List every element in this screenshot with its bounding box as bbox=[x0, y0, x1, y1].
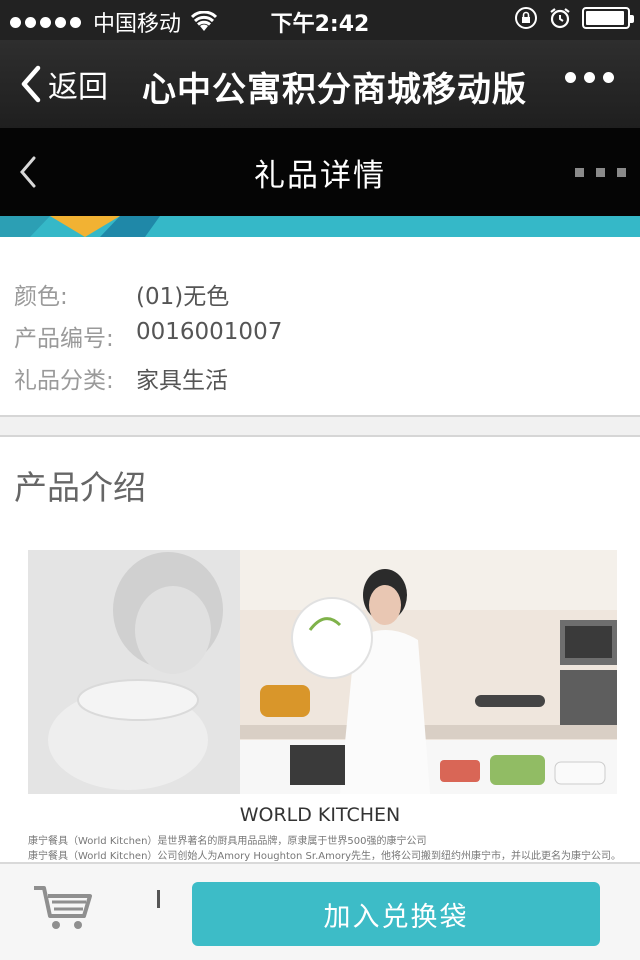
back-chevron-icon bbox=[21, 65, 41, 103]
bottom-bar: 加入兑换袋 bbox=[0, 862, 640, 960]
alarm-icon bbox=[550, 8, 570, 29]
info-value: (01)无色 bbox=[136, 284, 230, 310]
nav-bar: 返回 心中公寓积分商城移动版 bbox=[0, 40, 640, 128]
page-header: 礼品详情 bbox=[0, 128, 640, 216]
product-description: 康宁餐具（World Kitchen）是世界著名的厨具用品品牌，原隶属于世界50… bbox=[28, 834, 618, 864]
description-line: 康宁餐具（World Kitchen）是世界著名的厨具用品品牌，原隶属于世界50… bbox=[28, 836, 427, 847]
info-row-category: 礼品分类: 家具生活 bbox=[14, 361, 228, 395]
page-title: 礼品详情 bbox=[254, 158, 386, 194]
info-value: 家具生活 bbox=[136, 368, 228, 394]
product-image-right bbox=[240, 550, 617, 794]
cart-icon[interactable] bbox=[32, 882, 96, 932]
status-bar: 中国移动 下午2:42 bbox=[0, 0, 640, 40]
battery-icon bbox=[582, 7, 634, 29]
info-label: 颜色: bbox=[14, 284, 68, 310]
product-info: 颜色: (01)无色 产品编号: 0016001007 礼品分类: 家具生活 bbox=[0, 237, 640, 415]
add-to-exchange-bag-button[interactable]: 加入兑换袋 bbox=[192, 882, 600, 946]
info-label: 产品编号: bbox=[14, 326, 114, 352]
section-divider bbox=[0, 415, 640, 437]
product-image-left bbox=[28, 550, 240, 794]
status-right bbox=[514, 6, 634, 30]
info-value: 0016001007 bbox=[136, 319, 283, 345]
info-label: 礼品分类: bbox=[14, 368, 114, 394]
info-row-product-number: 产品编号: 0016001007 bbox=[14, 319, 282, 353]
banner-decoration bbox=[0, 216, 160, 237]
more-icon[interactable] bbox=[575, 168, 626, 177]
info-row-color: 颜色: (01)无色 bbox=[14, 277, 229, 311]
orientation-lock-icon bbox=[515, 7, 537, 29]
product-image bbox=[28, 550, 617, 794]
more-icon[interactable] bbox=[565, 72, 614, 83]
back-label: 返回 bbox=[48, 70, 108, 105]
banner-strip bbox=[0, 216, 640, 237]
section-title: 产品介绍 bbox=[14, 468, 146, 507]
back-button[interactable]: 返回 bbox=[18, 62, 108, 106]
nav-title: 心中公寓积分商城移动版 bbox=[142, 70, 527, 110]
divider bbox=[157, 890, 160, 908]
brand-title: WORLD KITCHEN bbox=[239, 804, 401, 826]
